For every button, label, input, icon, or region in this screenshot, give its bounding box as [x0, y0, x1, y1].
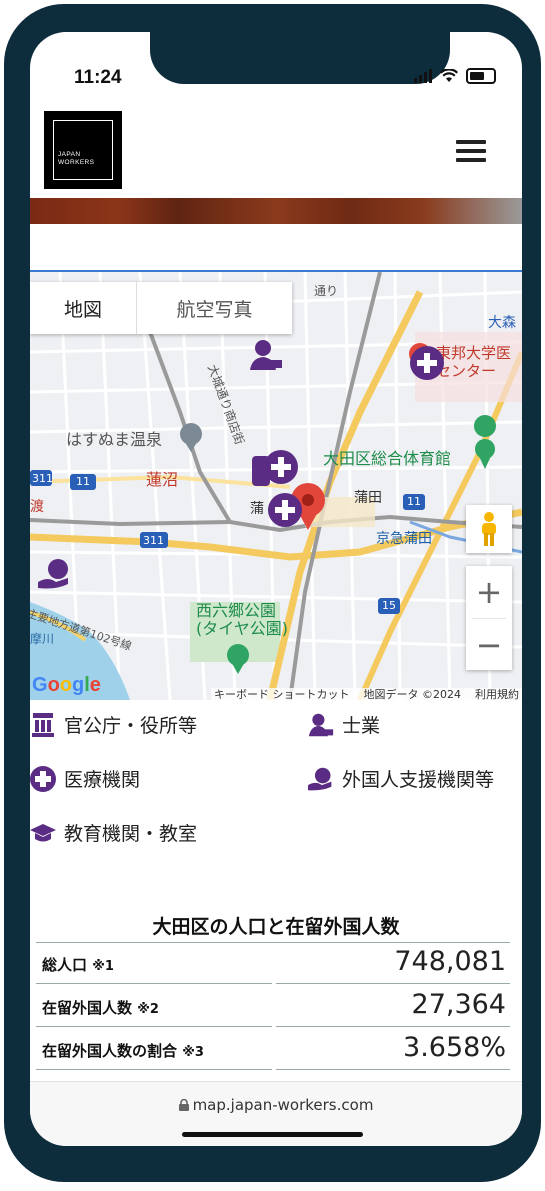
label-omori: 大森 — [488, 315, 516, 331]
label-hasunuma-onsen: はすぬま温泉 — [66, 430, 163, 449]
url-text: map.japan-workers.com — [192, 1096, 374, 1114]
stats-value-foreign: 27,364 — [411, 989, 506, 1020]
label-tamagawa: 摩川 — [30, 632, 55, 646]
notch — [150, 32, 450, 84]
stats-row-foreign: 在留外国人数 ※2 27,364 — [36, 985, 510, 1027]
terms-link[interactable]: 利用規約 — [475, 686, 519, 700]
medical-cross-icon — [30, 765, 56, 792]
map-attribution: キーボード ショートカット 地図データ ©2024 利用規約 — [211, 688, 522, 700]
zoom-out-button[interactable]: − — [466, 619, 512, 671]
signal-icon — [414, 69, 432, 83]
zoom-in-button[interactable]: + — [466, 566, 512, 618]
label-toho-univ: 東邦大学医 センター — [436, 344, 512, 380]
professional-person-icon — [308, 712, 334, 738]
medical-marker-station[interactable] — [268, 493, 302, 527]
label-ota-gym: 大田区総合体育館 — [323, 449, 452, 468]
government-building-icon — [30, 712, 56, 738]
medical-marker-kamata[interactable] — [264, 450, 298, 484]
label-kamata: 蒲田 — [354, 490, 382, 506]
road-shield-311a: 311 — [32, 472, 53, 485]
battery-icon — [466, 68, 496, 84]
globe-hand-icon — [308, 766, 334, 792]
label-hasunuma: 蓮沼 — [146, 470, 179, 489]
label-keikyu-kamata: 京急蒲田 — [376, 531, 432, 547]
legend-professionals: 士業 — [308, 711, 380, 738]
browser-url-bar[interactable]: map.japan-workers.com — [30, 1081, 522, 1146]
lock-icon — [178, 1098, 189, 1111]
tab-satellite[interactable]: 航空写真 — [137, 282, 292, 334]
zoom-controls: + − — [466, 566, 512, 670]
stats-value-ratio: 3.658% — [403, 1032, 506, 1063]
legend-education: 教育機関・教室 — [30, 819, 197, 846]
pegman-icon — [482, 512, 496, 546]
legend-medical: 医療機関 — [30, 765, 140, 792]
stats-row-ratio: 在留外国人数の割合 ※3 3.658% — [36, 1028, 510, 1070]
legend-foreign-support: 外国人支援機関等 — [308, 765, 494, 792]
professional-marker-icon[interactable] — [248, 338, 284, 372]
map-type-tabs: 地図 航空写真 — [30, 282, 292, 334]
stats-value-population: 748,081 — [394, 946, 506, 977]
hero-banner-image — [30, 198, 522, 224]
google-map[interactable]: 地図 航空写真 はすぬま温泉 蓮沼 大田区総合体育館 蒲田 蒲 京急蒲田 西六郷… — [30, 272, 522, 700]
foreign-support-marker-icon[interactable] — [38, 558, 72, 590]
wifi-icon — [440, 69, 458, 82]
google-logo: Google — [32, 674, 101, 696]
keyboard-shortcuts-link[interactable]: キーボード ショートカット — [214, 686, 350, 700]
label-watari: 渡 — [30, 499, 44, 515]
status-icons — [414, 68, 496, 84]
road-shield-11a: 11 — [76, 475, 90, 488]
label-nishirokugo-park: 西六郷公園 (タイヤ公園) — [196, 601, 289, 638]
road-shield-15: 15 — [382, 599, 396, 612]
legend-government: 官公庁・役所等 — [30, 711, 197, 738]
label-dori: 通り — [314, 284, 339, 298]
street-view-pegman-button[interactable] — [466, 505, 512, 553]
stats-title: 大田区の人口と在留外国人数 — [152, 916, 400, 938]
road-shield-311b: 311 — [143, 534, 164, 547]
status-time: 11:24 — [74, 67, 122, 88]
map-data-credit: 地図データ ©2024 — [363, 688, 462, 700]
phone-frame: 11:24 JAPAN WORKERS 地図 航空写真 はすぬま温泉 蓮沼 大田… — [4, 4, 541, 1182]
home-indicator[interactable] — [182, 1132, 363, 1137]
screen: 11:24 JAPAN WORKERS 地図 航空写真 はすぬま温泉 蓮沼 大田… — [30, 32, 522, 1146]
label-kamata-small: 蒲 — [250, 501, 264, 517]
site-logo[interactable]: JAPAN WORKERS — [44, 111, 122, 189]
road-shield-11b: 11 — [407, 495, 421, 508]
hamburger-menu-button[interactable] — [456, 140, 486, 164]
medical-marker-toho[interactable] — [410, 346, 444, 380]
graduation-cap-icon — [30, 820, 56, 846]
stats-row-population: 総人口 ※1 748,081 — [36, 942, 510, 984]
tab-map[interactable]: 地図 — [30, 282, 137, 334]
